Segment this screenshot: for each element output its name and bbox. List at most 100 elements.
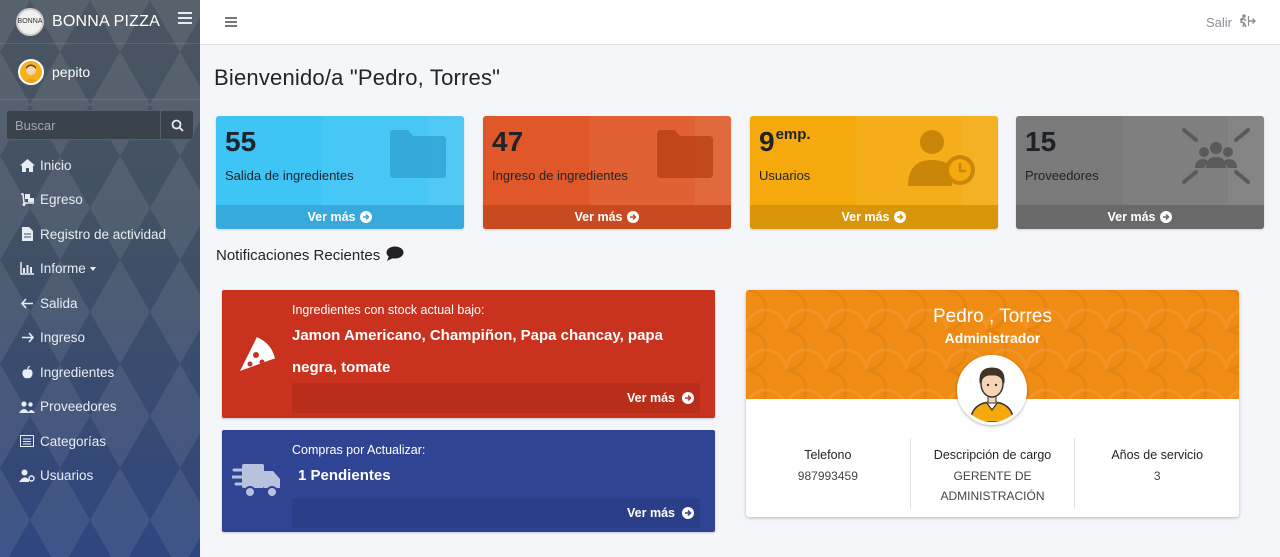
apple-icon [19, 365, 35, 379]
top-navbar: Salir [200, 0, 1280, 45]
user-cog-icon [19, 469, 35, 483]
profile-card: Pedro , Torres Administrador Telefono 98… [746, 290, 1239, 517]
ver-mas-link[interactable]: Ver más [750, 205, 998, 229]
notification-body: 1 Pendientes [298, 467, 391, 484]
profile-stat-telefono: Telefono 987993459 [746, 438, 910, 508]
dolly-icon [19, 193, 35, 207]
sidebar-item-informe[interactable]: Informe [0, 252, 200, 287]
notification-compras: Compras por Actualizar: 1 Pendientes Ver… [222, 430, 715, 532]
sidebar-item-label: Informe [40, 261, 86, 277]
sidebar-item-proveedores[interactable]: Proveedores [0, 390, 200, 425]
ver-mas-link[interactable]: Ver más [216, 205, 464, 229]
stat-header: Años de servicio [1111, 448, 1204, 462]
arrow-left-icon [19, 296, 35, 310]
chevron-down-icon [89, 266, 96, 271]
users-icon [19, 400, 35, 414]
stat-value: 15 [1025, 126, 1057, 157]
ver-mas-link[interactable]: Ver más [292, 383, 700, 413]
profile-stat-anios: Años de servicio 3 [1074, 438, 1239, 508]
notification-title: Ingredientes con stock actual bajo: [292, 303, 485, 317]
sidebar-item-categorias[interactable]: Categorías [0, 424, 200, 459]
folder-icon [657, 128, 713, 183]
menu-toggle-icon[interactable] [225, 17, 237, 27]
network-users-icon [1180, 126, 1252, 191]
sidebar-item-label: Egreso [40, 192, 83, 208]
stat-value: 47 [492, 126, 524, 157]
ver-mas-link[interactable]: Ver más [1016, 205, 1264, 229]
search-button[interactable] [160, 110, 194, 140]
sidebar-nav: Inicio Egreso Registro de actividad Info… [0, 148, 200, 493]
arrow-circle-right-icon [360, 211, 373, 223]
ver-mas-link[interactable]: Ver más [292, 498, 700, 528]
sidebar-item-label: Usuarios [40, 468, 94, 484]
stat-label: Ingreso de ingredientes [492, 168, 628, 183]
profile-name: Pedro , Torres [933, 306, 1052, 327]
avatar [957, 355, 1027, 425]
exit-running-icon [1238, 14, 1256, 31]
search-icon [171, 119, 184, 132]
arrow-circle-right-icon [627, 211, 640, 223]
folder-icon [390, 128, 446, 183]
user-name[interactable]: pepito [52, 64, 90, 80]
stat-box-salida: 55 Salida de ingredientes Ver más [216, 116, 464, 229]
sidebar-item-egreso[interactable]: Egreso [0, 183, 200, 218]
comment-icon [386, 246, 404, 265]
notifications-title: Notificaciones Recientes [216, 246, 404, 265]
profile-role: Administrador [944, 330, 1041, 346]
stat-label: Proveedores [1025, 168, 1099, 183]
sidebar-toggle-icon[interactable] [178, 12, 192, 24]
ver-mas-label: Ver más [627, 391, 675, 405]
profile-stats: Telefono 987993459 Descripción de cargo … [746, 438, 1239, 508]
stat-box-proveedores: 15 Proveedores Ver más [1016, 116, 1264, 229]
sidebar-item-ingreso[interactable]: Ingreso [0, 321, 200, 356]
user-clock-icon [908, 128, 980, 193]
sidebar-item-inicio[interactable]: Inicio [0, 148, 200, 183]
ver-mas-label: Ver más [627, 506, 675, 520]
search-input[interactable] [6, 110, 160, 140]
file-icon [19, 227, 35, 242]
sidebar-item-label: Registro de actividad [40, 226, 167, 242]
arrow-circle-right-icon [894, 211, 907, 223]
sidebar-item-registro[interactable]: Registro de actividad [0, 217, 200, 252]
logout-button[interactable]: Salir [1206, 14, 1256, 31]
ver-mas-label: Ver más [574, 210, 623, 224]
stat-box-usuarios: 9emp. Usuarios Ver más [750, 116, 998, 229]
truck-icon [230, 460, 282, 505]
sidebar-item-label: Ingredientes [40, 364, 115, 380]
stat-value: 3 [1153, 469, 1161, 483]
sidebar-item-label: Inicio [40, 157, 72, 173]
notifications-heading: Notificaciones Recientes [216, 247, 381, 264]
home-icon [19, 158, 35, 172]
brand-bar: BONNA BONNA PIZZA [0, 0, 200, 44]
list-icon [19, 434, 35, 448]
sidebar-item-label: Ingreso [40, 330, 86, 346]
main-content: Bienvenido/a "Pedro, Torres" 55 Salida d… [200, 45, 1280, 557]
avatar[interactable] [18, 58, 44, 85]
brand-name[interactable]: BONNA PIZZA [52, 13, 160, 31]
logout-label: Salir [1205, 15, 1232, 30]
stat-header: Descripción de cargo [933, 448, 1052, 462]
sidebar-item-label: Categorías [40, 433, 107, 449]
stat-value: 987993459 [797, 469, 858, 483]
ver-mas-label: Ver más [307, 210, 356, 224]
brand-logo-text: BONNA [17, 18, 43, 25]
stat-label: Usuarios [759, 168, 811, 183]
arrow-circle-right-icon [1160, 211, 1173, 223]
ver-mas-label: Ver más [841, 210, 890, 224]
chart-icon [19, 262, 35, 276]
arrow-right-icon [19, 331, 35, 345]
brand-logo[interactable]: BONNA [16, 7, 44, 36]
sidebar-item-label: Proveedores [40, 399, 117, 415]
arrow-circle-right-icon [682, 392, 694, 404]
sidebar-item-ingredientes[interactable]: Ingredientes [0, 355, 200, 390]
sidebar-item-usuarios[interactable]: Usuarios [0, 459, 200, 494]
sidebar: BONNA BONNA PIZZA pepito Inicio Egreso R… [0, 0, 200, 557]
ver-mas-link[interactable]: Ver más [483, 205, 731, 229]
user-panel: pepito [0, 44, 200, 100]
pizza-icon [236, 335, 276, 380]
stat-value: GERENTE DE ADMINISTRACIÓN [940, 469, 1045, 503]
profile-stat-cargo: Descripción de cargo GERENTE DE ADMINIST… [909, 438, 1075, 508]
stat-box-ingreso: 47 Ingreso de ingredientes Ver más [483, 116, 731, 229]
notification-title: Compras por Actualizar: [292, 443, 426, 457]
sidebar-item-salida[interactable]: Salida [0, 286, 200, 321]
